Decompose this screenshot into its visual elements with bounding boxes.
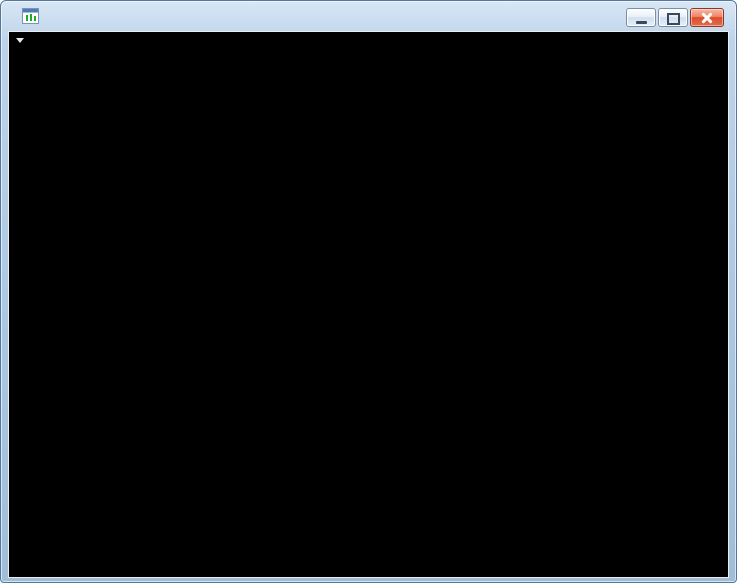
minimize-button[interactable] (626, 8, 656, 27)
close-button[interactable] (690, 8, 724, 27)
restore-button[interactable] (658, 8, 688, 27)
window-controls (626, 8, 724, 27)
chart-client-area (8, 31, 729, 578)
close-icon (691, 9, 723, 26)
window-titlebar[interactable] (1, 1, 736, 31)
chart-canvas[interactable] (9, 32, 728, 577)
minimize-icon (635, 21, 647, 24)
restore-icon (666, 13, 680, 25)
mt4-chart-window (0, 0, 737, 583)
chart-window-icon (22, 8, 39, 24)
symbol-dropdown-icon (16, 38, 24, 43)
chart-ohlc-label[interactable] (16, 38, 30, 43)
